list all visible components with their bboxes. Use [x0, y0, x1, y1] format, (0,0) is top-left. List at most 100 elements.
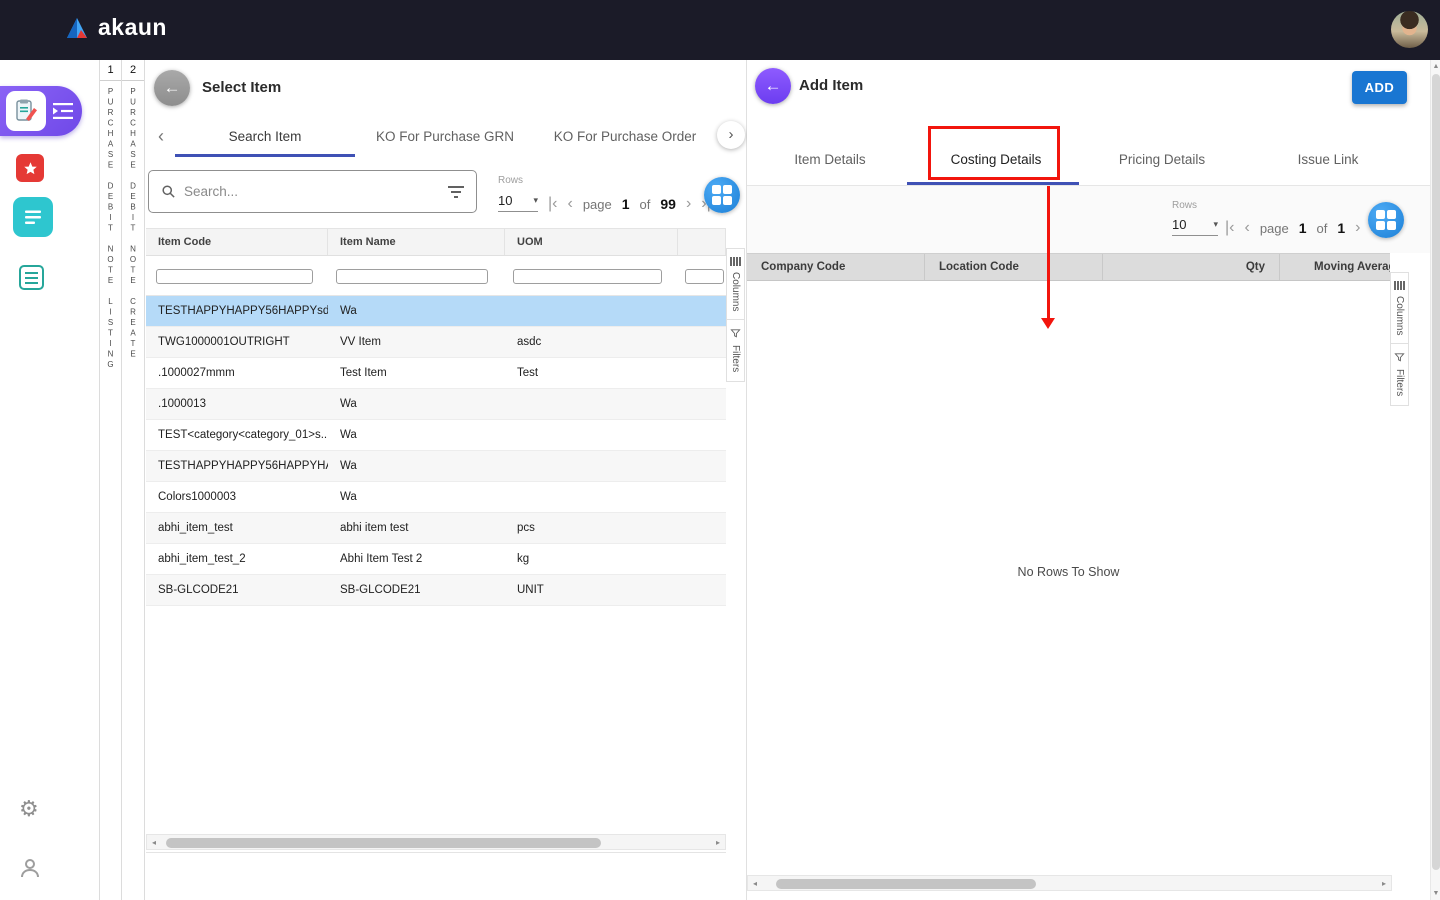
table-cell: TESTHAPPYHAPPY56HAPPYHA...: [146, 451, 328, 481]
user-avatar[interactable]: [1391, 11, 1428, 48]
previous-page-icon[interactable]: ‹: [1244, 220, 1249, 236]
scrollbar-thumb[interactable]: [166, 838, 601, 848]
column-header-uom[interactable]: UOM: [505, 229, 678, 255]
table-row[interactable]: abhi_item_testabhi item testpcs: [146, 513, 726, 544]
scroll-left-icon[interactable]: ◂: [147, 838, 161, 847]
table-row[interactable]: Colors1000003Wa: [146, 482, 726, 513]
filter-input-item-code[interactable]: [156, 269, 313, 284]
table-cell: VV Item: [328, 327, 505, 357]
filter-input-extra[interactable]: [685, 269, 724, 284]
tab-search-item[interactable]: Search Item: [175, 118, 355, 156]
back-button[interactable]: ←: [755, 68, 791, 104]
columns-toggle[interactable]: Columns: [1391, 273, 1408, 343]
scroll-right-icon[interactable]: ▸: [711, 838, 725, 847]
column-header-item-code[interactable]: Item Code: [146, 229, 328, 255]
profile-person-icon[interactable]: [18, 856, 42, 885]
brand-name: akaun: [98, 14, 167, 41]
table-cell: Wa: [328, 296, 505, 326]
column-header-item-name[interactable]: Item Name: [328, 229, 505, 255]
scroll-right-icon[interactable]: ▸: [1377, 879, 1391, 888]
rows-per-page-select[interactable]: 10 ▾: [498, 190, 538, 212]
filter-input-uom[interactable]: [513, 269, 662, 284]
column-header-extra[interactable]: [678, 229, 726, 255]
filters-toggle[interactable]: Filters: [1391, 343, 1408, 404]
grid-view-button[interactable]: [1368, 202, 1404, 238]
horizontal-scrollbar[interactable]: ◂ ▸: [146, 834, 726, 850]
indent-menu-icon: [53, 103, 73, 124]
filter-list-icon[interactable]: [448, 186, 464, 198]
scroll-left-icon[interactable]: ◂: [748, 879, 762, 888]
table-row[interactable]: TESTHAPPYHAPPY56HAPPYsdfj...Wa: [146, 296, 726, 327]
teal-outline-app-icon[interactable]: [19, 265, 44, 290]
app-window: akaun: [0, 0, 1440, 900]
funnel-icon: [730, 328, 741, 339]
tab-ko-purchase-grn[interactable]: KO For Purchase GRN: [355, 118, 535, 156]
table-cell: [678, 451, 726, 481]
column-header-company-code[interactable]: Company Code: [747, 254, 925, 280]
table-row[interactable]: .1000027mmmTest ItemTest: [146, 358, 726, 389]
app-rail: ⚙: [0, 60, 99, 900]
table-row[interactable]: abhi_item_test_2Abhi Item Test 2kg: [146, 544, 726, 575]
vertical-scrollbar[interactable]: ▲ ▼: [1430, 60, 1440, 900]
scrollbar-thumb[interactable]: [776, 879, 1036, 889]
tab-pricing-details[interactable]: Pricing Details: [1079, 138, 1245, 182]
table-cell: Wa: [328, 482, 505, 512]
scroll-down-icon[interactable]: ▼: [1431, 890, 1440, 897]
search-input[interactable]: [184, 184, 440, 199]
tab-ko-purchase-order[interactable]: KO For Purchase Order: [535, 118, 715, 156]
horizontal-scrollbar[interactable]: ◂ ▸: [747, 875, 1392, 891]
add-item-panel: ← Add Item ADD Item Details Costing Deta…: [747, 60, 1440, 900]
add-button[interactable]: ADD: [1352, 71, 1407, 104]
filters-toggle-label: Filters: [730, 345, 741, 372]
first-page-icon[interactable]: |‹: [1225, 220, 1234, 236]
column-header-moving-average[interactable]: Moving Averag: [1280, 254, 1390, 280]
table-cell: Wa: [328, 420, 505, 450]
filter-input-item-name[interactable]: [336, 269, 488, 284]
table-cell: [678, 544, 726, 574]
grid-view-button[interactable]: [704, 177, 740, 213]
table-cell: [505, 482, 678, 512]
page-word: page: [1260, 221, 1289, 236]
top-bar: akaun: [0, 0, 1440, 60]
scroll-up-icon[interactable]: ▲: [1431, 63, 1440, 70]
column-header-location-code[interactable]: Location Code: [925, 254, 1103, 280]
table-cell: UNIT: [505, 575, 678, 605]
red-app-icon[interactable]: [16, 154, 44, 182]
back-button[interactable]: ←: [154, 70, 190, 106]
active-app-tile[interactable]: [0, 86, 82, 136]
table-row[interactable]: TESTHAPPYHAPPY56HAPPYHA...Wa: [146, 451, 726, 482]
previous-page-icon[interactable]: ‹: [567, 196, 572, 212]
table-row[interactable]: SB-GLCODE21SB-GLCODE21UNIT: [146, 575, 726, 606]
table-row[interactable]: .1000013Wa: [146, 389, 726, 420]
workspace-tab-listing[interactable]: 1 PURCHASE DEBIT NOTE LISTING: [99, 60, 122, 900]
panel-title: Add Item: [799, 77, 863, 94]
table-row[interactable]: TWG1000001OUTRIGHTVV Itemasdc: [146, 327, 726, 358]
first-page-icon[interactable]: |‹: [548, 196, 557, 212]
workspace-tab-number: 2: [122, 60, 144, 81]
search-box: [148, 170, 477, 213]
next-page-icon[interactable]: ›: [1355, 220, 1360, 236]
teal-list-app-icon[interactable]: [13, 197, 53, 237]
filters-toggle[interactable]: Filters: [727, 319, 744, 380]
columns-toggle[interactable]: Columns: [727, 249, 744, 319]
rows-label: Rows: [498, 175, 523, 186]
workspace-tab-create[interactable]: 2 PURCHASE DEBIT NOTE CREATE: [122, 60, 145, 900]
next-page-icon[interactable]: ›: [686, 196, 691, 212]
column-header-qty[interactable]: Qty: [1103, 254, 1280, 280]
tabs-scroll-right-button[interactable]: ›: [717, 121, 745, 149]
workspace-tab-label: PURCHASE DEBIT NOTE LISTING: [106, 87, 115, 371]
tab-item-details[interactable]: Item Details: [747, 138, 913, 182]
panel-title: Select Item: [202, 79, 281, 96]
settings-gear-icon[interactable]: ⚙: [19, 796, 39, 822]
pagination: |‹ ‹ page 1 of 1 › ›|: [1225, 216, 1380, 240]
item-table-header: Item Code Item Name UOM: [146, 228, 726, 256]
scrollbar-thumb[interactable]: [1432, 74, 1440, 870]
tab-issue-link[interactable]: Issue Link: [1245, 138, 1411, 182]
table-row[interactable]: TEST<category<category_01>s...Wa: [146, 420, 726, 451]
clipboard-app-icon[interactable]: [6, 91, 46, 131]
table-cell: abhi_item_test_2: [146, 544, 328, 574]
rows-per-page-select[interactable]: 10 ▾: [1172, 214, 1218, 236]
page-of-word: of: [640, 197, 651, 212]
akaun-logo-icon: [64, 16, 90, 40]
tabs-scroll-left-icon[interactable]: ‹: [158, 126, 164, 147]
